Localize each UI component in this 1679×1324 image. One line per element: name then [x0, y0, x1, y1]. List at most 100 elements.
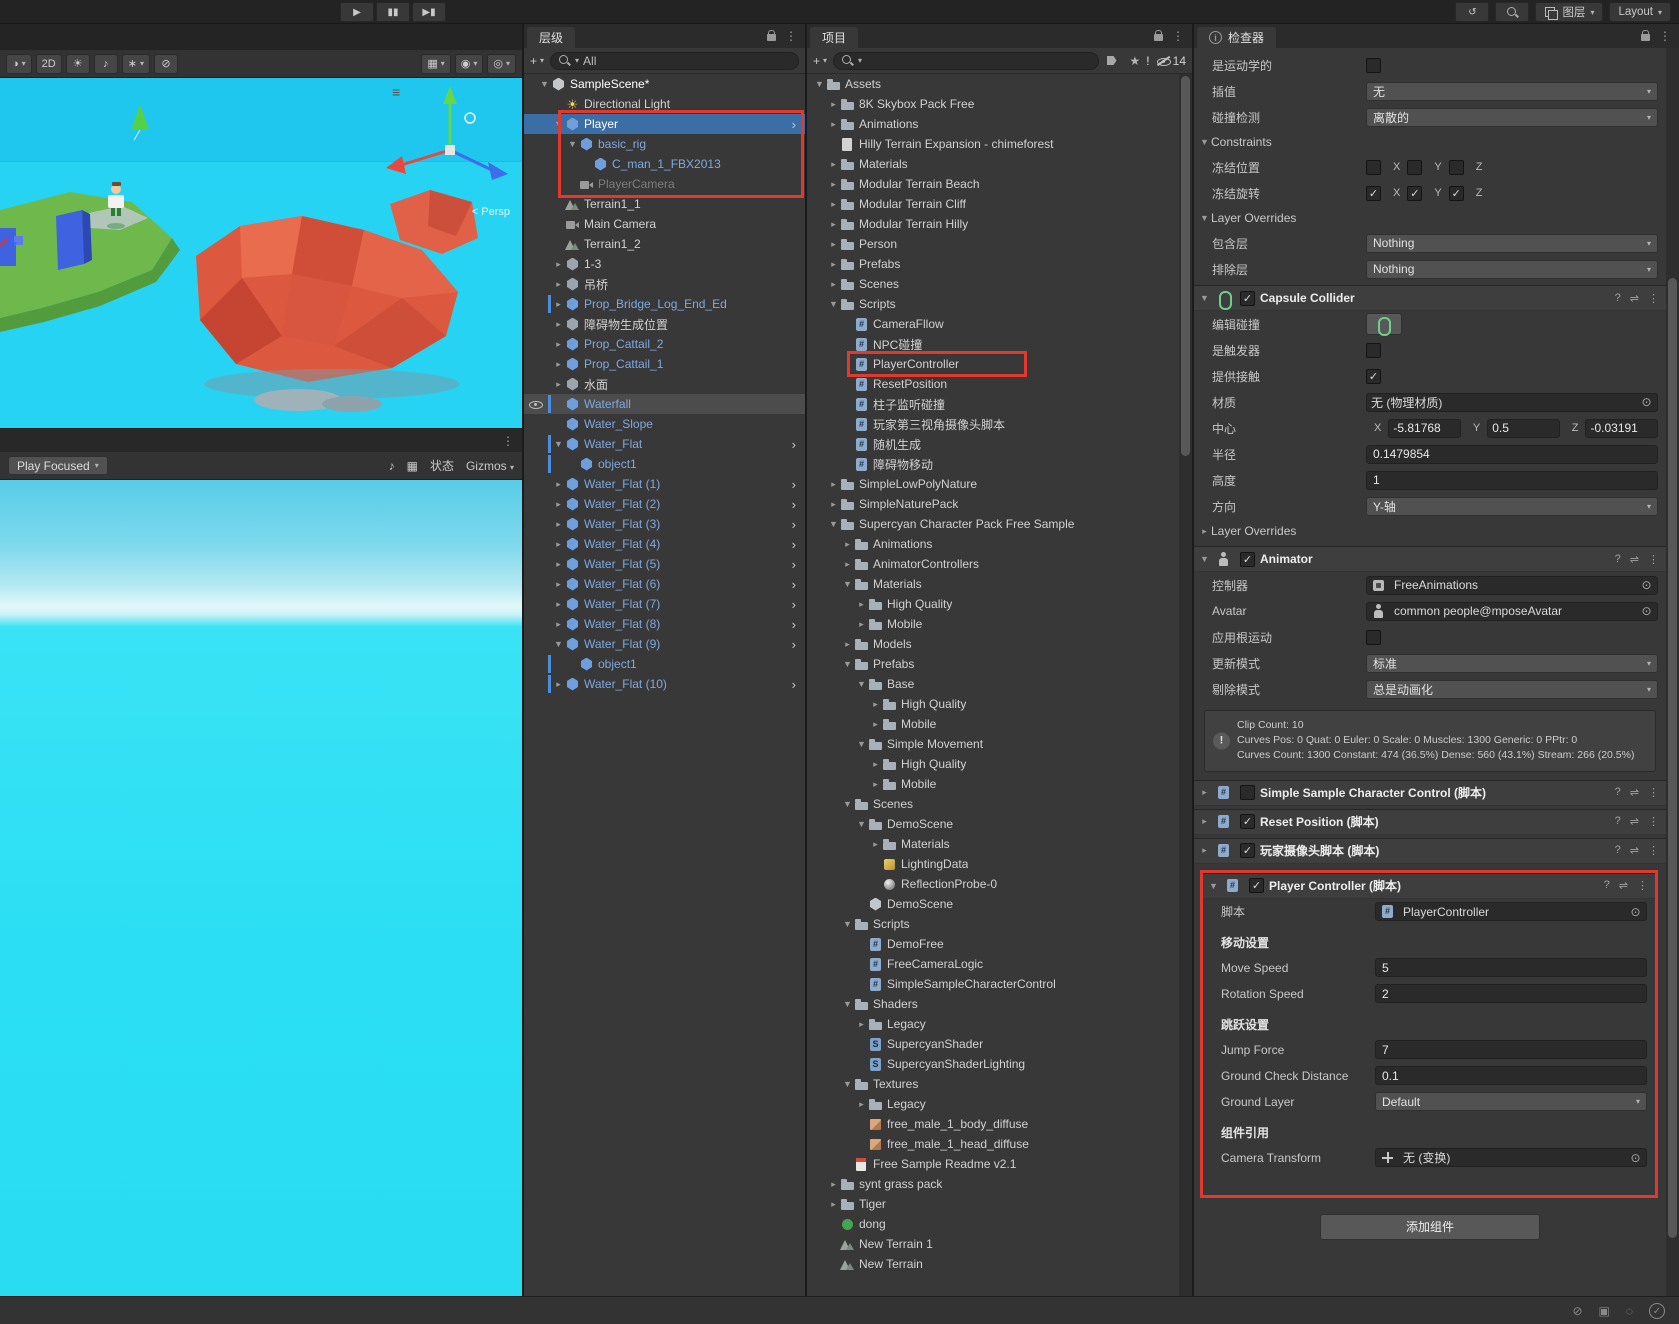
help-icon[interactable]: ?	[1615, 553, 1621, 566]
more-options-icon[interactable]: ⋮	[1648, 844, 1659, 857]
project-row[interactable]: ▸ Modular Terrain Hilly	[807, 214, 1192, 234]
foldout-arrow[interactable]: ▸	[827, 179, 840, 190]
2d-toggle-button[interactable]: 2D	[35, 53, 62, 74]
project-row[interactable]: ▸ 8K Skybox Pack Free	[807, 94, 1192, 114]
foldout-arrow[interactable]: ▸	[841, 559, 854, 570]
project-row[interactable]: SimpleSampleCharacterControl	[807, 974, 1192, 994]
undo-history-button[interactable]: ↺	[1455, 2, 1490, 22]
foldout-arrow[interactable]: ▼	[1198, 293, 1211, 303]
component-enabled-checkbox[interactable]	[1240, 785, 1255, 801]
text-field[interactable]: 5	[1375, 958, 1647, 978]
foldout-arrow[interactable]: ▸	[552, 359, 565, 370]
foldout-arrow[interactable]: ▼	[855, 679, 868, 689]
dropdown-field[interactable]: Nothing ▾	[1366, 233, 1658, 253]
search-by-label-icon[interactable]	[1105, 53, 1120, 68]
dropdown-field[interactable]: Default ▾	[1375, 1092, 1647, 1112]
open-prefab-chevron[interactable]: ›	[787, 637, 801, 652]
open-prefab-chevron[interactable]: ›	[787, 577, 801, 592]
project-row[interactable]: ▼ Shaders	[807, 994, 1192, 1014]
tab-project[interactable]: 项目	[810, 27, 859, 48]
layers-dropdown[interactable]: 图层 ▾	[1535, 2, 1604, 22]
foldout-arrow[interactable]: ▼	[827, 299, 840, 309]
project-row[interactable]: ▸ Mobile	[807, 614, 1192, 634]
project-row[interactable]: ▸ Legacy	[807, 1094, 1192, 1114]
foldout-arrow[interactable]: ▸	[552, 479, 565, 490]
scene-camera-dropdown[interactable]: ◉ ▾	[454, 53, 484, 74]
pane-menu-icon[interactable]: ⋮	[1172, 29, 1184, 43]
global-search-button[interactable]	[1495, 2, 1530, 22]
project-row[interactable]: ▸ synt grass pack	[807, 1174, 1192, 1194]
foldout-arrow[interactable]: ▼	[566, 139, 579, 149]
foldout-arrow[interactable]: ▼	[813, 79, 826, 89]
help-icon[interactable]: ?	[1604, 879, 1610, 892]
warning-icon[interactable]: !	[1146, 54, 1149, 68]
project-row[interactable]: CameraFllow	[807, 314, 1192, 334]
game-view-render[interactable]	[0, 480, 522, 1296]
foldout-arrow[interactable]: ▸	[827, 199, 840, 210]
foldout-arrow[interactable]: ▸	[552, 579, 565, 590]
project-row[interactable]: 障碍物移动	[807, 454, 1192, 474]
text-field[interactable]: 2	[1375, 984, 1647, 1004]
foldout-arrow[interactable]: ▸	[827, 159, 840, 170]
help-icon[interactable]: ?	[1615, 786, 1621, 799]
foldout-arrow[interactable]: ▼	[855, 739, 868, 749]
more-options-icon[interactable]: ⋮	[1648, 786, 1659, 799]
foldout-arrow[interactable]: ▼	[841, 999, 854, 1009]
foldout-arrow[interactable]: ▼	[841, 1079, 854, 1089]
foldout-arrow[interactable]: ▼	[841, 659, 854, 669]
foldout-arrow[interactable]: ▸	[869, 759, 882, 770]
project-search-input[interactable]: ▾	[833, 51, 1099, 70]
axis-checkbox[interactable]	[1366, 159, 1381, 175]
project-row[interactable]: SupercyanShader	[807, 1034, 1192, 1054]
layout-dropdown[interactable]: Layout ▾	[1609, 2, 1671, 22]
foldout-arrow[interactable]: ▼	[1207, 881, 1220, 891]
checkbox[interactable]	[1366, 368, 1381, 384]
project-row[interactable]: ▸ SimpleNaturePack	[807, 494, 1192, 514]
foldout-arrow[interactable]: ▸	[552, 619, 565, 630]
project-row[interactable]: ▸ High Quality	[807, 694, 1192, 714]
axis-checkbox[interactable]	[1366, 185, 1381, 201]
project-row[interactable]: free_male_1_head_diffuse	[807, 1134, 1192, 1154]
project-row[interactable]: ▸ Materials	[807, 834, 1192, 854]
object-field[interactable]: 无 (变换) ⊙	[1375, 1148, 1647, 1168]
project-row[interactable]: ▸ High Quality	[807, 754, 1192, 774]
foldout-arrow[interactable]: ▸	[827, 1179, 840, 1190]
foldout-arrow[interactable]: ▸	[552, 599, 565, 610]
scene-lighting-toggle[interactable]: ☀	[65, 53, 90, 74]
dropdown-field[interactable]: 离散的 ▾	[1366, 107, 1658, 127]
hierarchy-row[interactable]: ▸ 障碍物生成位置	[524, 314, 805, 334]
more-options-icon[interactable]: ⋮	[1637, 879, 1648, 892]
hierarchy-row[interactable]: Terrain1_2	[524, 234, 805, 254]
object-picker-icon[interactable]: ⊙	[1639, 604, 1654, 618]
pane-menu-icon[interactable]: ⋮	[1659, 29, 1671, 43]
foldout-arrow[interactable]: ▸	[1198, 787, 1211, 798]
open-prefab-chevron[interactable]: ›	[787, 537, 801, 552]
foldout-arrow[interactable]: ▸	[827, 239, 840, 250]
hierarchy-search-input[interactable]: ▾ All	[550, 51, 799, 70]
project-row[interactable]: ▼ Textures	[807, 1074, 1192, 1094]
dropdown-field[interactable]: Y-轴 ▾	[1366, 496, 1658, 516]
project-row[interactable]: ▼ Assets	[807, 74, 1192, 94]
hierarchy-row[interactable]: C_man_1_FBX2013	[524, 154, 805, 174]
foldout-arrow[interactable]: ▸	[552, 319, 565, 330]
hidden-objects-toggle[interactable]: ⊘	[153, 53, 178, 74]
hierarchy-row[interactable]: ▸ Water_Flat (7) ›	[524, 594, 805, 614]
project-row[interactable]: New Terrain	[807, 1254, 1192, 1274]
project-row[interactable]: ▼ Prefabs	[807, 654, 1192, 674]
help-icon[interactable]: ?	[1615, 844, 1621, 857]
project-row[interactable]: ResetPosition	[807, 374, 1192, 394]
dropdown-field[interactable]: 无 ▾	[1366, 81, 1658, 101]
visibility-eye-icon[interactable]	[528, 397, 543, 414]
open-prefab-chevron[interactable]: ›	[787, 117, 801, 132]
project-row[interactable]: ▸ High Quality	[807, 594, 1192, 614]
collab-disabled-icon[interactable]: ⊘	[1572, 1304, 1582, 1318]
hierarchy-row[interactable]: PlayerCamera	[524, 174, 805, 194]
pane-menu-icon[interactable]: ⋮	[785, 29, 797, 43]
foldout-arrow[interactable]: ▸	[855, 599, 868, 610]
project-row[interactable]: Free Sample Readme v2.1	[807, 1154, 1192, 1174]
notifications-icon[interactable]: ◌	[1626, 1304, 1633, 1318]
project-row[interactable]: ▼ Base	[807, 674, 1192, 694]
hierarchy-row[interactable]: ▸ Prop_Cattail_1	[524, 354, 805, 374]
foldout-arrow[interactable]: ▸	[552, 259, 565, 270]
axis-checkbox[interactable]	[1448, 185, 1464, 201]
